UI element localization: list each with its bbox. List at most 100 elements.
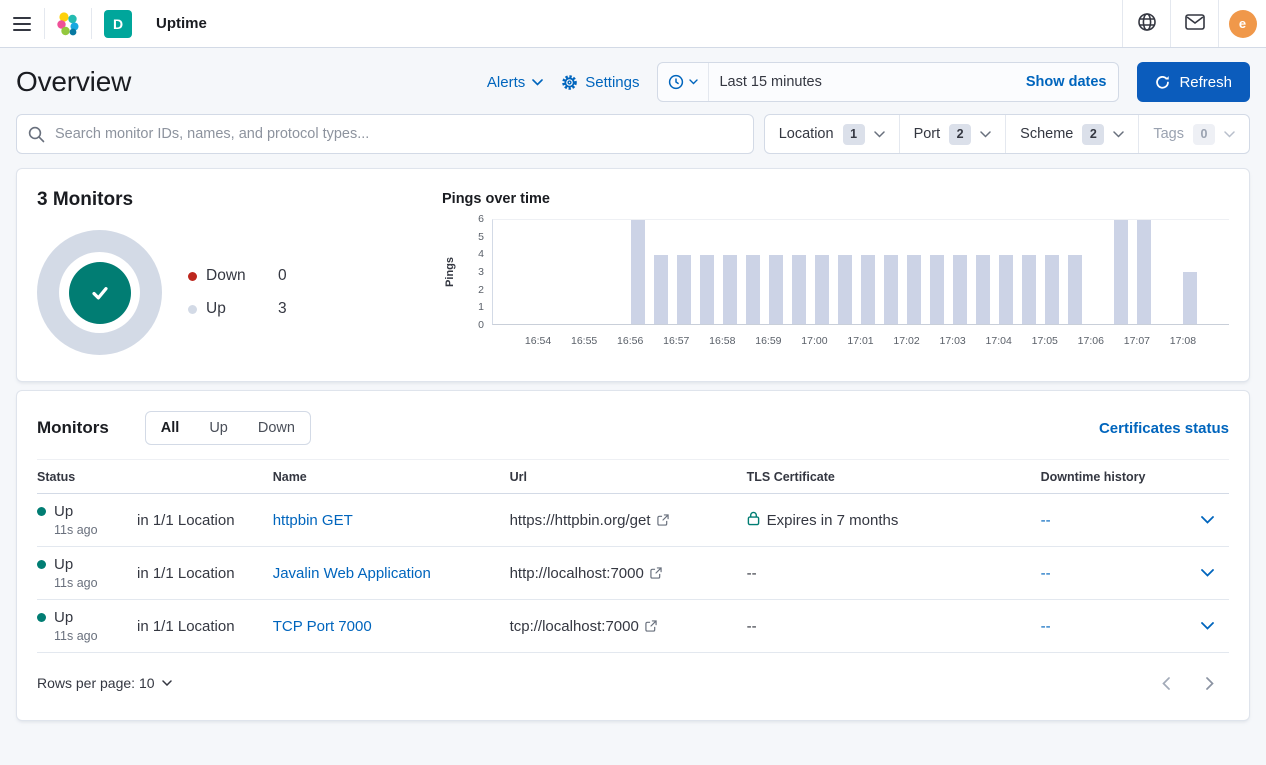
next-page-button[interactable] <box>1195 668 1225 698</box>
ping-bar <box>976 255 990 324</box>
refresh-icon <box>1155 75 1170 90</box>
user-avatar[interactable]: e <box>1229 10 1257 38</box>
monitors-panel: Monitors All Up Down Certificates status… <box>16 390 1250 721</box>
legend-value: 3 <box>278 300 287 318</box>
alerts-dropdown[interactable]: Alerts <box>487 74 543 91</box>
y-axis-tick-label: 2 <box>478 284 484 296</box>
tab-up[interactable]: Up <box>194 412 243 444</box>
ping-bar <box>746 255 760 324</box>
ping-bar <box>861 255 875 324</box>
status-up-dot <box>37 613 46 622</box>
expand-row-button[interactable] <box>1193 559 1221 587</box>
monitor-url: http://localhost:7000 <box>510 565 644 582</box>
ping-bar <box>1114 220 1128 324</box>
y-axis-label: Pings <box>444 257 456 287</box>
chevron-down-icon <box>532 79 543 86</box>
chevron-right-icon <box>1206 677 1214 690</box>
monitor-url-link[interactable]: https://httpbin.org/get <box>510 512 669 529</box>
filter-tags[interactable]: Tags 0 <box>1139 115 1249 153</box>
pings-xticks: 16:5416:5516:5616:5716:5816:5917:0017:01… <box>492 325 1229 355</box>
ping-bar <box>769 255 783 324</box>
legend-label: Up <box>206 300 278 318</box>
time-range-value[interactable]: Last 15 minutes <box>709 74 1013 90</box>
monitor-row: Up 11s ago in 1/1 Location Javalin Web A… <box>37 547 1229 600</box>
elastic-logo[interactable] <box>45 0 91 47</box>
ping-bar <box>631 220 645 324</box>
filter-scheme[interactable]: Scheme 2 <box>1006 115 1139 153</box>
certificates-status-link[interactable]: Certificates status <box>1099 420 1229 437</box>
x-axis-tick-label: 17:06 <box>1078 335 1104 347</box>
monitor-name-link[interactable]: TCP Port 7000 <box>273 618 372 635</box>
filter-port[interactable]: Port 2 <box>900 115 1007 153</box>
monitor-tls-status: -- <box>747 618 757 635</box>
legend-value: 0 <box>278 267 287 285</box>
monitor-last-check: 11s ago <box>54 523 129 537</box>
show-dates-button[interactable]: Show dates <box>1014 74 1119 90</box>
globe-icon[interactable] <box>1137 12 1157 35</box>
tab-all[interactable]: All <box>146 412 195 444</box>
monitor-status: Up <box>54 556 73 573</box>
tab-down[interactable]: Down <box>243 412 310 444</box>
previous-page-button[interactable] <box>1151 668 1181 698</box>
pings-chart-title: Pings over time <box>442 191 1229 207</box>
monitor-row: Up 11s ago in 1/1 Location httpbin GET h… <box>37 494 1229 547</box>
ping-bar <box>700 255 714 324</box>
pings-chart: Pings 0123456 16:5416:5516:5616:5716:581… <box>442 219 1229 355</box>
time-quick-select-button[interactable] <box>658 63 709 101</box>
down-dot <box>188 272 197 281</box>
deployment-badge[interactable]: D <box>104 10 132 38</box>
menu-icon[interactable] <box>0 0 44 47</box>
rows-per-page-button[interactable]: Rows per page: 10 <box>37 675 172 691</box>
chevron-down-icon <box>1113 131 1124 138</box>
refresh-button[interactable]: Refresh <box>1137 62 1250 102</box>
expand-row-button[interactable] <box>1193 612 1221 640</box>
monitor-downtime-history: -- <box>1041 618 1051 635</box>
monitor-status: Up <box>54 503 73 520</box>
monitor-name-link[interactable]: httpbin GET <box>273 512 353 529</box>
chevron-down-icon <box>689 79 698 85</box>
filter-group: Location 1 Port 2 Scheme 2 Tags 0 <box>764 114 1250 154</box>
status-up-dot <box>37 560 46 569</box>
monitor-url-link[interactable]: http://localhost:7000 <box>510 565 662 582</box>
monitor-downtime-history: -- <box>1041 512 1051 529</box>
filter-count-badge: 0 <box>1193 124 1215 145</box>
y-axis-tick-label: 1 <box>478 301 484 313</box>
monitors-table-body: Up 11s ago in 1/1 Location httpbin GET h… <box>37 494 1229 653</box>
settings-button[interactable]: Settings <box>561 74 639 91</box>
x-axis-tick-label: 16:57 <box>663 335 689 347</box>
x-axis-tick-label: 17:03 <box>939 335 965 347</box>
search-input[interactable] <box>16 114 754 154</box>
monitor-url-link[interactable]: tcp://localhost:7000 <box>510 618 657 635</box>
ping-bar <box>677 255 691 324</box>
monitor-name-link[interactable]: Javalin Web Application <box>273 565 431 582</box>
status-filter-tabs: All Up Down <box>145 411 311 445</box>
filter-location[interactable]: Location 1 <box>765 115 900 153</box>
clock-icon <box>668 74 684 90</box>
top-navigation-bar: D Uptime e <box>0 0 1266 48</box>
x-axis-tick-label: 17:00 <box>801 335 827 347</box>
x-axis-tick-label: 16:56 <box>617 335 643 347</box>
monitor-search <box>16 114 754 154</box>
column-header-name: Name <box>273 460 510 494</box>
monitors-count-heading: 3 Monitors <box>37 189 442 211</box>
chevron-down-icon <box>162 680 172 686</box>
filter-label: Location <box>779 126 834 142</box>
monitor-url: https://httpbin.org/get <box>510 512 651 529</box>
check-icon <box>87 280 113 306</box>
monitor-status: Up <box>54 609 73 626</box>
ping-bar <box>1045 255 1059 324</box>
newsfeed-mail-icon[interactable] <box>1185 14 1205 33</box>
chevron-left-icon <box>1162 677 1170 690</box>
legend-label: Down <box>206 267 278 285</box>
ping-bar <box>999 255 1013 324</box>
lock-icon <box>747 511 760 530</box>
ping-bar <box>654 255 668 324</box>
external-link-icon <box>657 514 669 526</box>
ping-bar <box>907 255 921 324</box>
y-axis-tick-label: 6 <box>478 213 484 225</box>
filter-label: Tags <box>1153 126 1184 142</box>
divider <box>91 8 92 39</box>
refresh-label: Refresh <box>1179 74 1232 91</box>
expand-row-button[interactable] <box>1193 506 1221 534</box>
page-title: Overview <box>16 66 131 98</box>
